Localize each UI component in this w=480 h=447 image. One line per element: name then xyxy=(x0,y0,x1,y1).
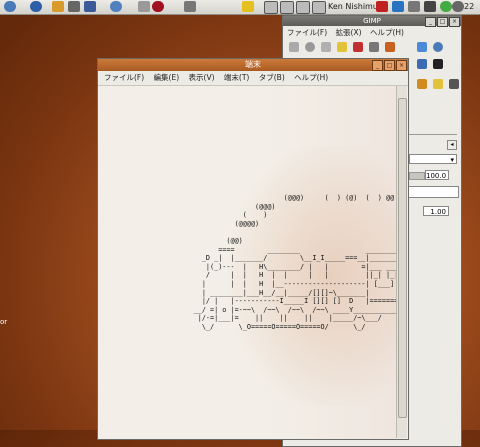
update-icon[interactable] xyxy=(376,1,388,12)
dodge-tool-icon[interactable] xyxy=(449,79,459,89)
file-manager-icon[interactable] xyxy=(52,1,64,12)
gimp-menu-file[interactable]: ファイル(F) xyxy=(287,28,327,37)
divider xyxy=(407,134,457,135)
display-icon[interactable] xyxy=(424,1,436,12)
ascii-steam-locomotive: (@@@) ( ) (@) ( ) @@ () @ (@@@) ( ) (@@@… xyxy=(193,194,396,331)
fuzzy-select-tool-icon[interactable] xyxy=(337,42,347,52)
terminal-minimize-button[interactable]: _ xyxy=(372,60,383,71)
clock[interactable]: 22 xyxy=(464,2,474,11)
opacity-slider[interactable] xyxy=(409,172,425,180)
terminal-menubar: ファイル(F) 編集(E) 表示(V) 端末(T) タブ(B) ヘルプ(H) xyxy=(98,71,408,86)
ellipse-select-tool-icon[interactable] xyxy=(305,42,315,52)
minimize-button[interactable]: _ xyxy=(425,17,436,27)
screenshot-icon[interactable] xyxy=(184,1,196,12)
zoom-tool-icon[interactable] xyxy=(433,42,443,52)
terminal-menu-terminal[interactable]: 端末(T) xyxy=(224,73,249,82)
maximize-button[interactable]: □ xyxy=(437,17,448,27)
desktop-icon-label[interactable]: or xyxy=(0,318,7,326)
brush-field[interactable] xyxy=(407,186,459,198)
terminal-menu-help[interactable]: ヘルプ(H) xyxy=(294,73,328,82)
rect-select-tool-icon[interactable] xyxy=(289,42,299,52)
terminal-window: 端末 _ □ × ファイル(F) 編集(E) 表示(V) 端末(T) タブ(B)… xyxy=(97,58,409,440)
color-select-tool-icon[interactable] xyxy=(353,42,363,52)
clone-tool-icon[interactable] xyxy=(417,79,427,89)
battery-icon[interactable] xyxy=(452,1,464,12)
system-monitor-icon[interactable] xyxy=(408,1,420,12)
lasso-tool-icon[interactable] xyxy=(321,42,331,52)
workspace-4[interactable] xyxy=(312,1,326,14)
terminal-title: 端末 xyxy=(245,60,261,69)
text-tool-icon[interactable] xyxy=(433,59,443,69)
gimp-title: GIMP xyxy=(363,17,381,25)
tab-menu-button[interactable]: ◂ xyxy=(447,140,457,150)
terminal-menu-file[interactable]: ファイル(F) xyxy=(104,73,144,82)
applications-menu-icon[interactable] xyxy=(4,1,16,12)
terminal-close-button[interactable]: × xyxy=(396,60,407,71)
terminal-menu-view[interactable]: 表示(V) xyxy=(189,73,215,82)
color-picker-tool-icon[interactable] xyxy=(417,42,427,52)
editor-icon[interactable] xyxy=(138,1,150,12)
flip-tool-icon[interactable] xyxy=(417,59,427,69)
workspace-2[interactable] xyxy=(280,1,294,14)
opacity-field[interactable]: 100.0 xyxy=(425,170,449,180)
workspace-1[interactable] xyxy=(264,1,278,14)
terminal-maximize-button[interactable]: □ xyxy=(384,60,395,71)
gimp-menubar: ファイル(F) 拡張(X) ヘルプ(H) xyxy=(283,26,461,39)
paths-tool-icon[interactable] xyxy=(385,42,395,52)
help-icon[interactable] xyxy=(152,1,164,12)
gimp-menu-help[interactable]: ヘルプ(H) xyxy=(370,28,404,37)
volume-icon[interactable] xyxy=(440,1,452,12)
gimp-titlebar[interactable]: GIMP _ □ × xyxy=(283,16,461,27)
gimp-menu-extensions[interactable]: 拡張(X) xyxy=(336,28,362,37)
terminal-titlebar[interactable]: 端末 _ □ × xyxy=(98,59,408,71)
terminal-output[interactable]: (@@@) ( ) (@) ( ) @@ () @ (@@@) ( ) (@@@… xyxy=(98,86,396,439)
mode-dropdown[interactable]: ▾ xyxy=(409,154,457,164)
terminal-menu-edit[interactable]: 編集(E) xyxy=(154,73,180,82)
terminal-scrollbar[interactable] xyxy=(396,86,407,438)
web-browser-icon[interactable] xyxy=(110,1,122,12)
workspace-3[interactable] xyxy=(296,1,310,14)
terminal-launcher-icon[interactable] xyxy=(68,1,80,12)
notes-icon[interactable] xyxy=(242,1,254,12)
smudge-tool-icon[interactable] xyxy=(433,79,443,89)
top-panel: Ken Nishimura 22 xyxy=(0,0,480,15)
terminal-menu-tabs[interactable]: タブ(B) xyxy=(259,73,285,82)
scale-field[interactable]: 1.00 xyxy=(423,206,449,216)
keyboard-icon[interactable] xyxy=(392,1,404,12)
scissors-tool-icon[interactable] xyxy=(369,42,379,52)
places-icon[interactable] xyxy=(30,1,42,12)
scrollbar-thumb[interactable] xyxy=(398,98,407,418)
close-button[interactable]: × xyxy=(449,17,460,27)
network-icon[interactable] xyxy=(84,1,96,12)
